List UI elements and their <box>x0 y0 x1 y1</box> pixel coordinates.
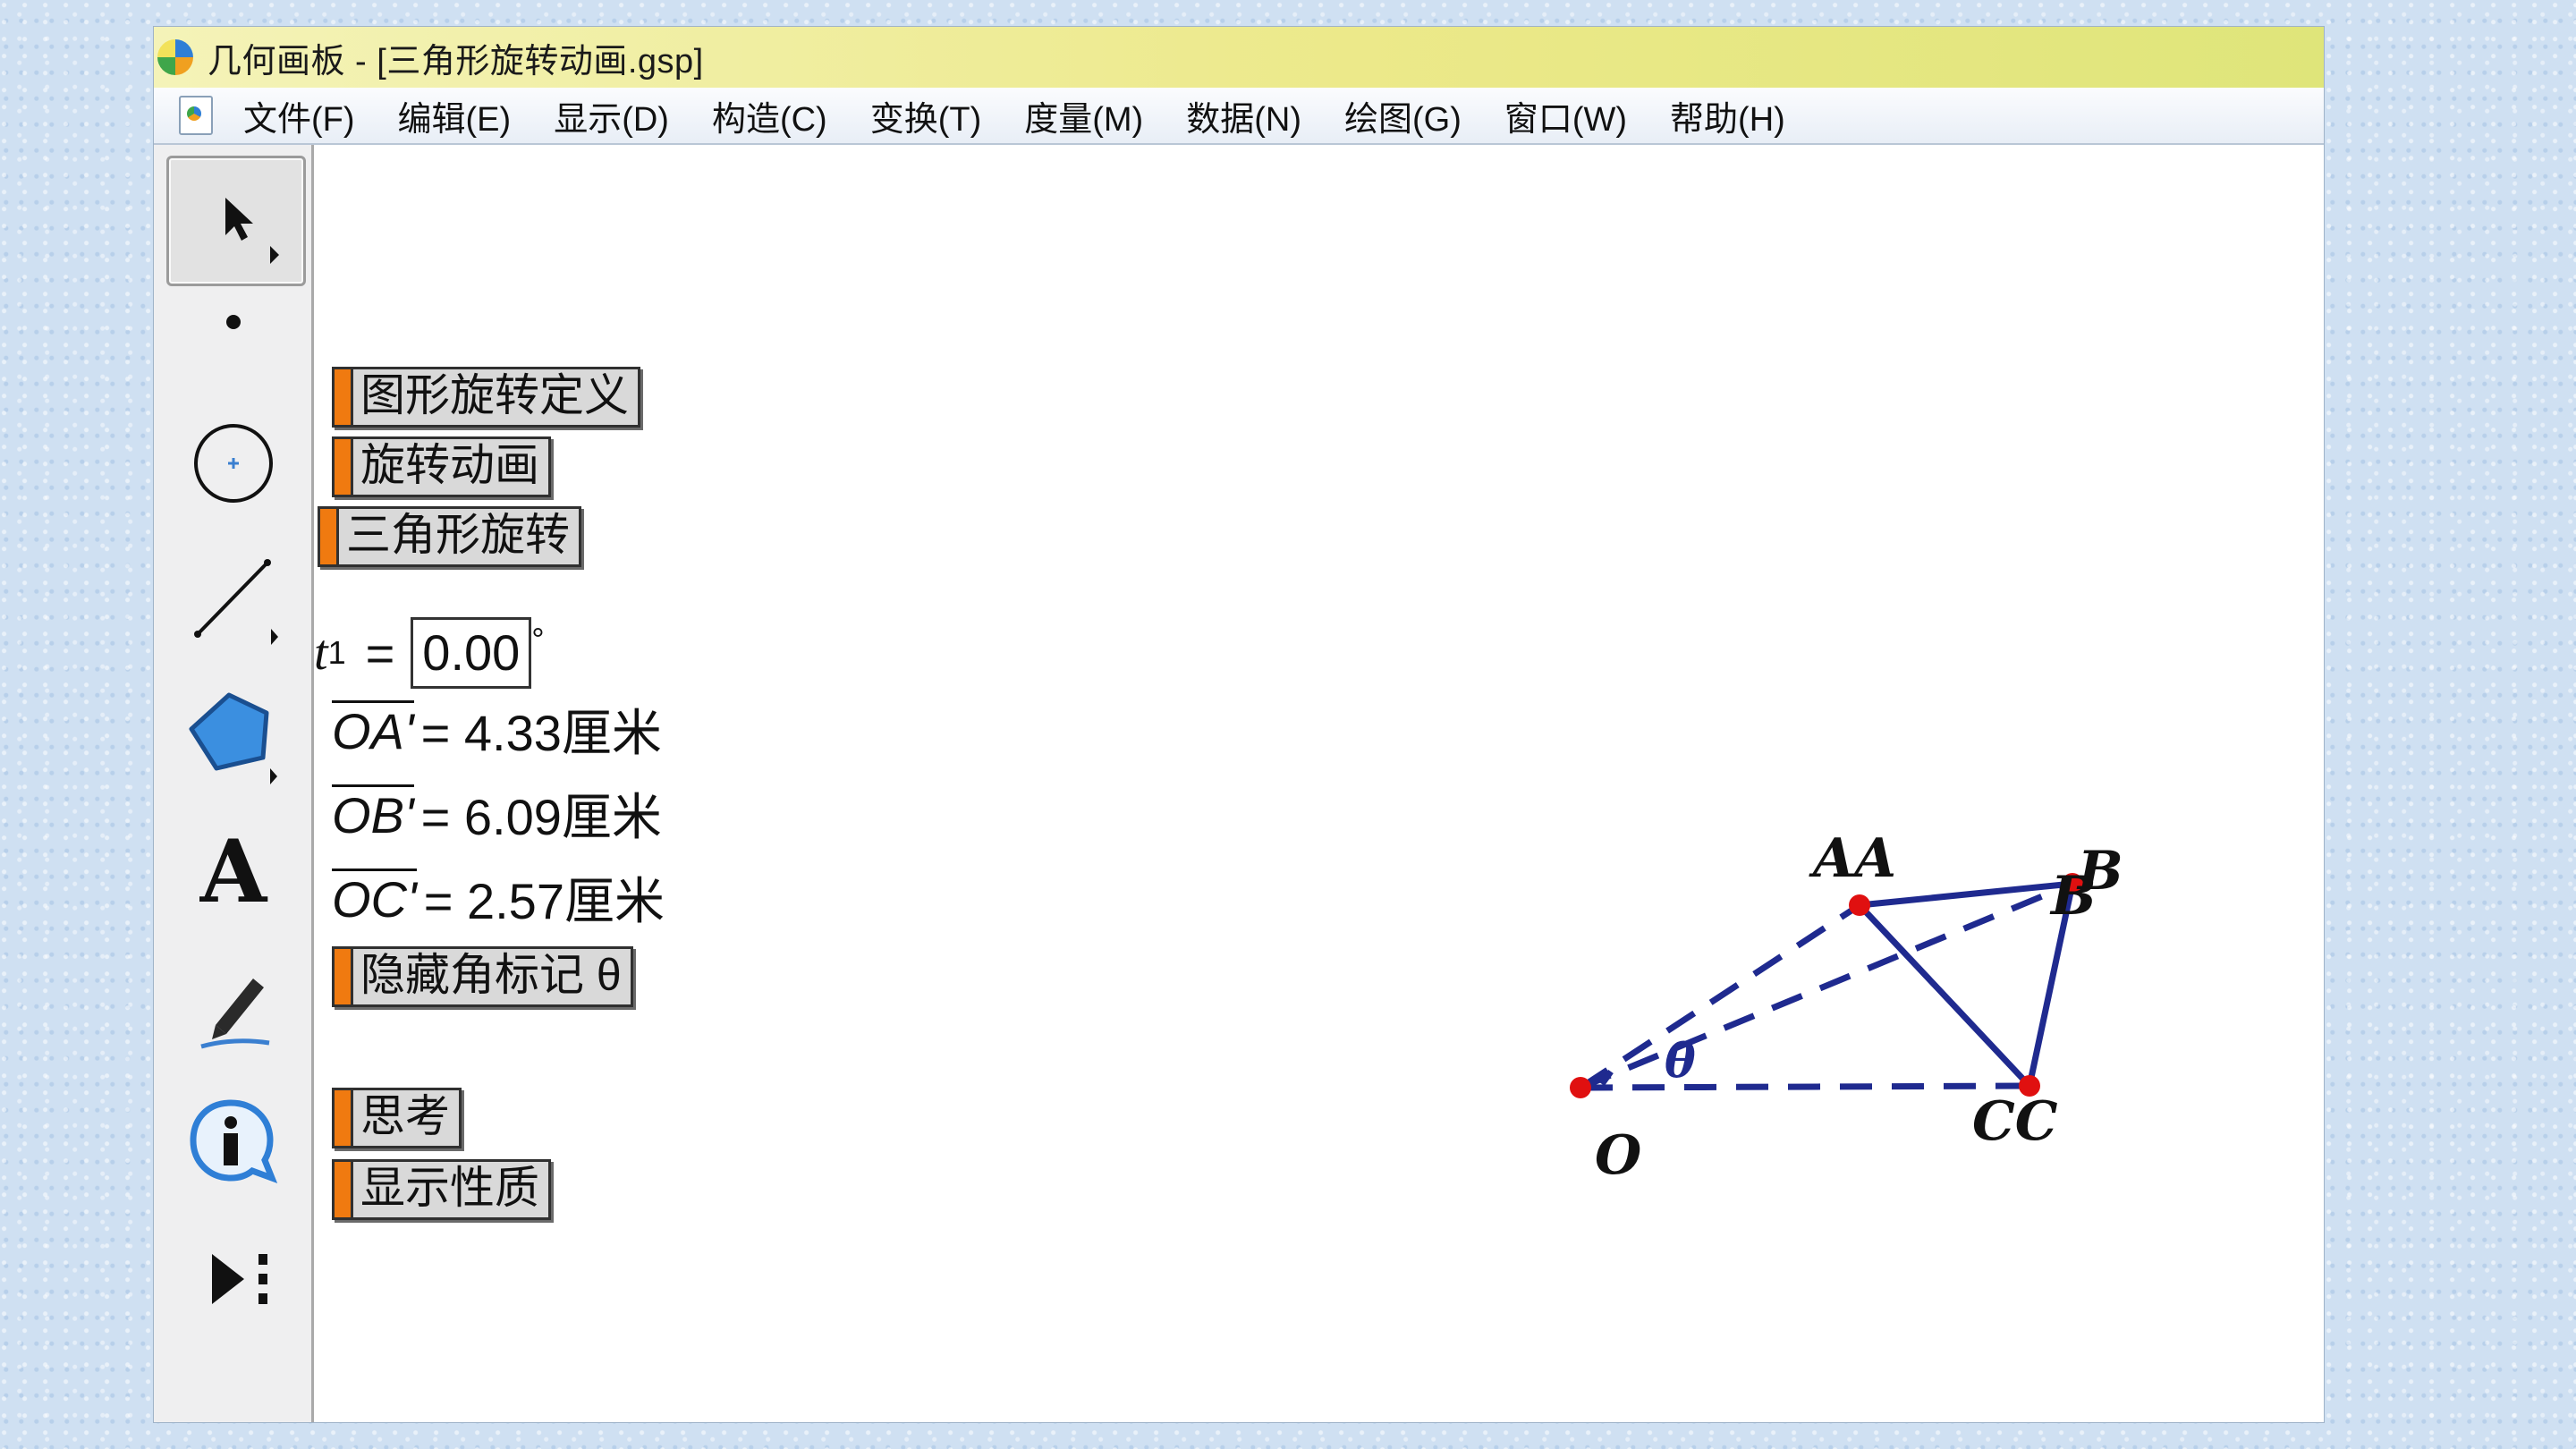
document-icon[interactable] <box>179 96 213 135</box>
polygon-tool[interactable] <box>166 673 301 798</box>
straightedge-line-icon <box>194 559 278 645</box>
menu-graph[interactable]: 绘图(G) <box>1344 91 1462 140</box>
polygon-icon <box>189 692 277 784</box>
menu-bar: 文件(F) 编辑(E) 显示(D) 构造(C) 变换(T) 度量(M) 数据(N… <box>154 88 2324 145</box>
triangle-figure[interactable]: θ O AA B B CC <box>314 145 2324 1422</box>
menu-display[interactable]: 显示(D) <box>554 91 669 140</box>
compass-circle-icon <box>194 424 273 503</box>
point-icon <box>226 315 241 329</box>
dashed-segment-oc[interactable] <box>1580 1082 2030 1091</box>
label-c[interactable]: CC <box>1972 1090 2058 1153</box>
menu-measure[interactable]: 度量(M) <box>1024 91 1143 140</box>
point-a[interactable] <box>1849 894 1870 916</box>
point-o[interactable] <box>1570 1077 1591 1098</box>
menu-file[interactable]: 文件(F) <box>243 91 355 140</box>
menu-transform[interactable]: 变换(T) <box>870 91 982 140</box>
dashed-segment-oa[interactable] <box>1579 902 1861 1090</box>
menu-window[interactable]: 窗口(W) <box>1504 91 1627 140</box>
toolbox: A <box>154 145 314 1422</box>
marker-tool[interactable] <box>166 945 301 1070</box>
menu-data[interactable]: 数据(N) <box>1186 91 1301 140</box>
text-a-icon: A <box>199 821 268 922</box>
title-bar[interactable]: 几何画板 - [三角形旋转动画.gsp] <box>154 27 2324 88</box>
segment-ca[interactable] <box>1857 902 2032 1089</box>
menu-edit[interactable]: 编辑(E) <box>398 91 512 140</box>
menu-help[interactable]: 帮助(H) <box>1670 91 1785 140</box>
info-icon <box>190 1099 278 1183</box>
sketch-canvas[interactable]: 图形旋转定义 旋转动画 三角形旋转 t1 = 0.00 ° OA' = 4.33… <box>314 145 2324 1422</box>
compass-tool[interactable] <box>166 401 301 526</box>
arrow-select-icon <box>225 198 279 264</box>
straightedge-tool[interactable] <box>166 537 301 662</box>
info-tool[interactable] <box>166 1080 301 1206</box>
theta-label: θ <box>1665 1034 1696 1089</box>
text-tool[interactable]: A <box>166 809 301 934</box>
custom-tool[interactable] <box>166 1216 301 1342</box>
svg-text:A: A <box>199 821 268 922</box>
app-logo-icon <box>157 39 193 75</box>
label-a[interactable]: AA <box>1809 827 1896 890</box>
custom-tool-icon <box>212 1254 267 1304</box>
label-b-bottom[interactable]: B <box>2049 865 2097 928</box>
point-tool[interactable] <box>166 263 301 388</box>
marker-pen-icon <box>200 979 270 1049</box>
window-title: 几何画板 - [三角形旋转动画.gsp] <box>208 42 704 80</box>
menu-construct[interactable]: 构造(C) <box>712 91 827 140</box>
label-o[interactable]: O <box>1595 1124 1641 1187</box>
app-window: 几何画板 - [三角形旋转动画.gsp] 文件(F) 编辑(E) 显示(D) 构… <box>154 27 2324 1422</box>
